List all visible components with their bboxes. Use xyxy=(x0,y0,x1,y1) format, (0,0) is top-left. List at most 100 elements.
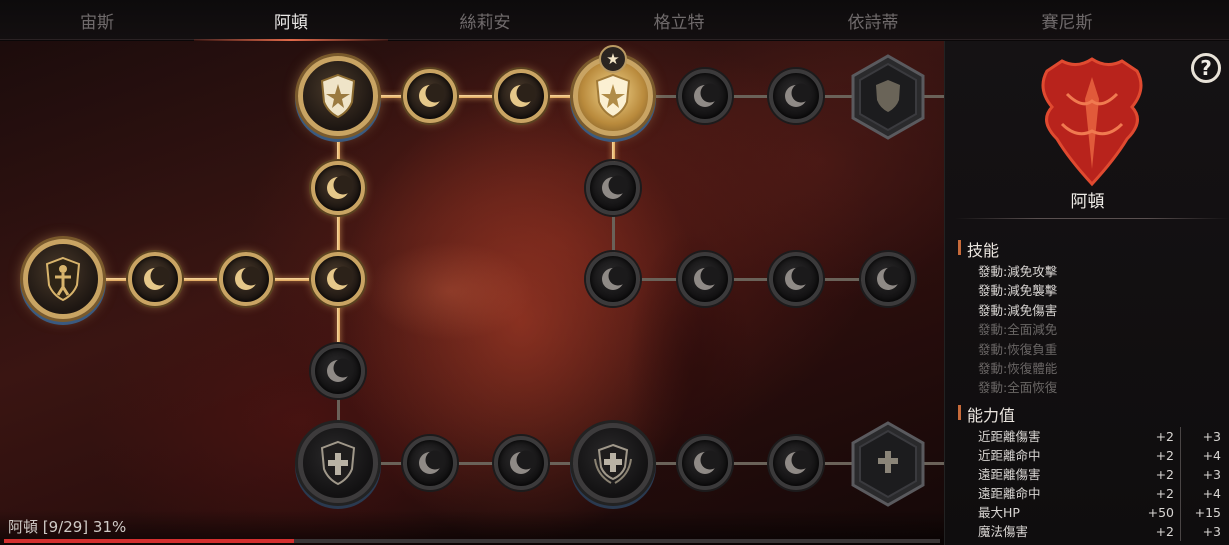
stat-current: +2 xyxy=(1136,446,1181,465)
node-moon[interactable] xyxy=(494,69,548,123)
stat-next: +4 xyxy=(1202,448,1221,463)
crescent-moon-icon xyxy=(785,450,811,474)
crescent-moon-icon xyxy=(877,266,903,290)
character-crest-icon xyxy=(1041,57,1143,187)
crescent-moon-icon xyxy=(419,450,445,474)
stat-row: 最大HP +50 +15 xyxy=(978,503,1229,522)
skills-heading: 技能 xyxy=(957,237,999,261)
node-moon[interactable] xyxy=(219,252,273,306)
node-moon-locked[interactable] xyxy=(311,344,365,398)
shield-emblem-icon xyxy=(595,73,631,119)
crescent-moon-icon xyxy=(602,266,628,290)
stat-name: 遠距離傷害 xyxy=(978,467,1041,482)
node-moon-locked[interactable] xyxy=(769,436,823,490)
stat-row: 遠距離命中 +2 +4 xyxy=(978,484,1229,503)
stat-name: 魔法傷害 xyxy=(978,524,1029,539)
node-moon[interactable] xyxy=(128,252,182,306)
tab-zeus[interactable]: 宙斯 xyxy=(0,0,194,40)
node-moon-locked[interactable] xyxy=(678,69,732,123)
progress-label: 阿頓 [9/29] 31% xyxy=(8,518,127,536)
stat-current: +2 xyxy=(1136,522,1181,541)
tab-aton[interactable]: 阿頓 xyxy=(194,0,388,41)
hex-node-crest-locked[interactable] xyxy=(850,54,926,140)
stats-heading: 能力值 xyxy=(957,402,1015,426)
stat-next: +3 xyxy=(1202,524,1221,539)
node-moon[interactable] xyxy=(403,69,457,123)
stat-row: 魔法傷害 +2 +3 xyxy=(978,522,1229,541)
skill-item: 發動:恢復體能 xyxy=(978,360,1058,376)
skill-item: 發動:全面恢復 xyxy=(978,380,1058,396)
cross-laurel-icon xyxy=(594,443,632,484)
stat-name: 近距離命中 xyxy=(978,448,1041,463)
node-moon-locked[interactable] xyxy=(586,252,640,306)
character-tabs: 宙斯 阿頓 絲莉安 格立特 依詩蒂 賽尼斯 xyxy=(0,0,1229,41)
stats-list: 近距離傷害 +2 +3 近距離命中 +2 +4 遠距離傷害 +2 +3 遠距離命中 +2 +4 … xyxy=(978,427,1229,541)
hex-node-cross-locked[interactable] xyxy=(850,421,926,507)
node-moon-locked[interactable] xyxy=(678,252,732,306)
node-moon[interactable] xyxy=(311,252,365,306)
crescent-moon-icon xyxy=(785,83,811,107)
stat-current: +2 xyxy=(1136,427,1181,446)
node-moon-locked[interactable] xyxy=(861,252,915,306)
node-moon-locked[interactable] xyxy=(678,436,732,490)
tab-istie[interactable]: 依詩蒂 xyxy=(776,0,970,40)
tab-gelit[interactable]: 格立特 xyxy=(582,0,776,40)
node-shield-aton[interactable] xyxy=(298,56,378,136)
crescent-moon-icon xyxy=(327,266,353,290)
tab-senis[interactable]: 賽尼斯 xyxy=(970,0,1164,40)
help-icon[interactable]: ? xyxy=(1191,53,1221,83)
stat-next: +15 xyxy=(1194,505,1221,520)
shield-emblem-icon xyxy=(320,73,356,119)
progress-bar xyxy=(4,539,940,543)
warrior-shield-icon xyxy=(45,256,81,302)
stat-name: 最大HP xyxy=(978,505,1020,520)
crescent-moon-icon xyxy=(510,83,536,107)
connector xyxy=(613,278,888,281)
stat-current: +2 xyxy=(1136,484,1181,503)
crescent-moon-icon xyxy=(327,358,353,382)
connector xyxy=(338,95,613,98)
skill-item: 發動:全面減免 xyxy=(978,322,1058,338)
stat-current: +2 xyxy=(1136,465,1181,484)
node-moon-locked[interactable] xyxy=(769,69,823,123)
crescent-moon-icon xyxy=(694,266,720,290)
crescent-moon-icon xyxy=(510,450,536,474)
stat-row: 近距離傷害 +2 +3 xyxy=(978,427,1229,446)
cross-shield-icon xyxy=(320,440,356,486)
skill-item: 發動:恢復負重 xyxy=(978,341,1058,357)
skill-item: 發動:減免襲擊 xyxy=(978,283,1058,299)
node-moon[interactable] xyxy=(311,161,365,215)
connector xyxy=(62,278,338,281)
crescent-moon-icon xyxy=(327,175,353,199)
progress-fill xyxy=(4,539,295,543)
node-cross-laurel-locked[interactable] xyxy=(573,423,653,503)
detail-panel: ? 阿頓 技能 發動:減免攻擊 發動:減免襲擊 發動:減免傷害 發動:全面減免 … xyxy=(944,41,1229,545)
progress-area: 阿頓 [9/29] 31% xyxy=(0,510,944,545)
node-moon-locked[interactable] xyxy=(586,161,640,215)
skills-list: 發動:減免攻擊 發動:減免襲擊 發動:減免傷害 發動:全面減免 發動:恢復負重 … xyxy=(978,262,1057,398)
crescent-moon-icon xyxy=(602,175,628,199)
crescent-moon-icon xyxy=(144,266,170,290)
crescent-moon-icon xyxy=(235,266,261,290)
star-icon: ★ xyxy=(599,45,627,73)
stat-next: +4 xyxy=(1202,486,1221,501)
skill-tree-board: ★ xyxy=(0,41,944,545)
stat-next: +3 xyxy=(1202,467,1221,482)
stat-name: 近距離傷害 xyxy=(978,429,1041,444)
character-name: 阿頓 xyxy=(1070,192,1105,212)
node-moon-locked[interactable] xyxy=(403,436,457,490)
node-moon-locked[interactable] xyxy=(494,436,548,490)
divider xyxy=(955,218,1229,219)
node-start-figure[interactable] xyxy=(23,239,103,319)
stat-row: 遠距離傷害 +2 +3 xyxy=(978,465,1229,484)
tab-sirian[interactable]: 絲莉安 xyxy=(388,0,582,40)
crescent-moon-icon xyxy=(694,450,720,474)
stat-name: 遠距離命中 xyxy=(978,486,1041,501)
node-moon-locked[interactable] xyxy=(769,252,823,306)
node-shield-cross-locked[interactable] xyxy=(298,423,378,503)
stat-next: +3 xyxy=(1202,429,1221,444)
crescent-moon-icon xyxy=(785,266,811,290)
stat-row: 近距離命中 +2 +4 xyxy=(978,446,1229,465)
crescent-moon-icon xyxy=(419,83,445,107)
crescent-moon-icon xyxy=(694,83,720,107)
